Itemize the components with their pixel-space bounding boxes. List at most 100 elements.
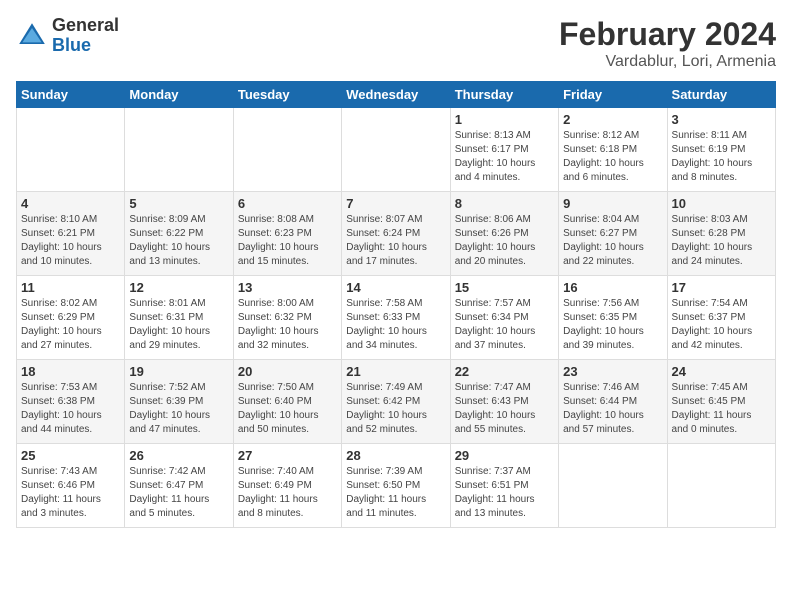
calendar-week-3: 11 Sunrise: 8:02 AM Sunset: 6:29 PM Dayli… xyxy=(17,276,776,360)
day-number: 24 xyxy=(672,364,771,379)
day-detail: Sunrise: 8:09 AM Sunset: 6:22 PM Dayligh… xyxy=(129,213,228,269)
day-detail: Sunrise: 7:54 AM Sunset: 6:37 PM Dayligh… xyxy=(672,297,771,353)
calendar-cell: 26Sunrise: 7:42 AM Sunset: 6:47 PM Dayli… xyxy=(125,444,233,528)
day-number: 12 xyxy=(129,280,228,295)
day-detail: Sunrise: 7:47 AM Sunset: 6:43 PM Dayligh… xyxy=(455,381,554,437)
calendar-week-1: 1 Sunrise: 8:13 AM Sunset: 6:17 PM Daylig… xyxy=(17,108,776,192)
day-number: 16 xyxy=(563,280,662,295)
col-thursday: Thursday xyxy=(450,82,558,108)
day-detail: Sunrise: 7:53 AM Sunset: 6:38 PM Dayligh… xyxy=(21,381,120,437)
logo-general: General xyxy=(52,16,119,36)
day-detail: Sunrise: 7:50 AM Sunset: 6:40 PM Dayligh… xyxy=(238,381,337,437)
day-detail: Sunrise: 7:45 AM Sunset: 6:45 PM Dayligh… xyxy=(672,381,771,437)
calendar-cell: 1 Sunrise: 8:13 AM Sunset: 6:17 PM Daylig… xyxy=(450,108,558,192)
day-number: 10 xyxy=(672,196,771,211)
day-detail: Sunrise: 7:58 AM Sunset: 6:33 PM Dayligh… xyxy=(346,297,445,353)
day-detail: Sunrise: 7:42 AM Sunset: 6:47 PM Dayligh… xyxy=(129,465,228,521)
calendar-cell: 24 Sunrise: 7:45 AM Sunset: 6:45 PM Dayli… xyxy=(667,360,775,444)
day-detail: Sunrise: 8:10 AM Sunset: 6:21 PM Dayligh… xyxy=(21,213,120,269)
day-number: 11 xyxy=(21,280,120,295)
calendar-cell xyxy=(125,108,233,192)
day-detail: Sunrise: 8:08 AM Sunset: 6:23 PM Dayligh… xyxy=(238,213,337,269)
day-detail: Sunrise: 8:12 AM Sunset: 6:18 PM Dayligh… xyxy=(563,129,662,185)
calendar-cell: 14 Sunrise: 7:58 AM Sunset: 6:33 PM Dayli… xyxy=(342,276,450,360)
day-number: 27 xyxy=(238,448,337,463)
col-friday: Friday xyxy=(559,82,667,108)
calendar-cell: 8 Sunrise: 8:06 AM Sunset: 6:26 PM Daylig… xyxy=(450,192,558,276)
calendar-cell: 11 Sunrise: 8:02 AM Sunset: 6:29 PM Dayli… xyxy=(17,276,125,360)
day-detail: Sunrise: 7:37 AM Sunset: 6:51 PM Dayligh… xyxy=(455,465,554,521)
day-detail: Sunrise: 7:52 AM Sunset: 6:39 PM Dayligh… xyxy=(129,381,228,437)
calendar-table: Sunday Monday Tuesday Wednesday Thursday… xyxy=(16,81,776,528)
header-row: Sunday Monday Tuesday Wednesday Thursday… xyxy=(17,82,776,108)
calendar-subtitle: Vardablur, Lori, Armenia xyxy=(559,53,776,71)
day-detail: Sunrise: 8:07 AM Sunset: 6:24 PM Dayligh… xyxy=(346,213,445,269)
calendar-week-4: 18 Sunrise: 7:53 AM Sunset: 6:38 PM Dayli… xyxy=(17,360,776,444)
calendar-cell: 6 Sunrise: 8:08 AM Sunset: 6:23 PM Daylig… xyxy=(233,192,341,276)
day-detail: Sunrise: 8:01 AM Sunset: 6:31 PM Dayligh… xyxy=(129,297,228,353)
calendar-cell: 19 Sunrise: 7:52 AM Sunset: 6:39 PM Dayli… xyxy=(125,360,233,444)
logo: General Blue xyxy=(16,16,119,56)
day-number: 18 xyxy=(21,364,120,379)
calendar-cell xyxy=(17,108,125,192)
day-number: 25 xyxy=(21,448,120,463)
calendar-cell: 13 Sunrise: 8:00 AM Sunset: 6:32 PM Dayli… xyxy=(233,276,341,360)
calendar-cell: 21Sunrise: 7:49 AM Sunset: 6:42 PM Dayli… xyxy=(342,360,450,444)
calendar-cell: 4 Sunrise: 8:10 AM Sunset: 6:21 PM Daylig… xyxy=(17,192,125,276)
day-number: 5 xyxy=(129,196,228,211)
day-detail: Sunrise: 8:03 AM Sunset: 6:28 PM Dayligh… xyxy=(672,213,771,269)
calendar-cell: 15 Sunrise: 7:57 AM Sunset: 6:34 PM Dayli… xyxy=(450,276,558,360)
calendar-title: February 2024 xyxy=(559,16,776,53)
calendar-cell: 5 Sunrise: 8:09 AM Sunset: 6:22 PM Daylig… xyxy=(125,192,233,276)
calendar-cell xyxy=(559,444,667,528)
calendar-cell: 2Sunrise: 8:12 AM Sunset: 6:18 PM Daylig… xyxy=(559,108,667,192)
day-number: 8 xyxy=(455,196,554,211)
day-number: 7 xyxy=(346,196,445,211)
day-number: 15 xyxy=(455,280,554,295)
day-number: 3 xyxy=(672,112,771,127)
title-block: February 2024 Vardablur, Lori, Armenia xyxy=(559,16,776,71)
calendar-cell: 28 Sunrise: 7:39 AM Sunset: 6:50 PM Dayli… xyxy=(342,444,450,528)
calendar-cell xyxy=(667,444,775,528)
calendar-week-5: 25Sunrise: 7:43 AM Sunset: 6:46 PM Dayli… xyxy=(17,444,776,528)
day-number: 14 xyxy=(346,280,445,295)
day-detail: Sunrise: 8:06 AM Sunset: 6:26 PM Dayligh… xyxy=(455,213,554,269)
calendar-cell: 3 Sunrise: 8:11 AM Sunset: 6:19 PM Daylig… xyxy=(667,108,775,192)
day-detail: Sunrise: 8:04 AM Sunset: 6:27 PM Dayligh… xyxy=(563,213,662,269)
day-number: 1 xyxy=(455,112,554,127)
day-detail: Sunrise: 7:46 AM Sunset: 6:44 PM Dayligh… xyxy=(563,381,662,437)
calendar-week-2: 4 Sunrise: 8:10 AM Sunset: 6:21 PM Daylig… xyxy=(17,192,776,276)
day-number: 23 xyxy=(563,364,662,379)
day-number: 9 xyxy=(563,196,662,211)
logo-icon xyxy=(16,20,48,52)
calendar-cell: 23 Sunrise: 7:46 AM Sunset: 6:44 PM Dayli… xyxy=(559,360,667,444)
calendar-cell: 18 Sunrise: 7:53 AM Sunset: 6:38 PM Dayli… xyxy=(17,360,125,444)
col-sunday: Sunday xyxy=(17,82,125,108)
day-detail: Sunrise: 8:11 AM Sunset: 6:19 PM Dayligh… xyxy=(672,129,771,185)
day-number: 4 xyxy=(21,196,120,211)
col-saturday: Saturday xyxy=(667,82,775,108)
day-detail: Sunrise: 7:40 AM Sunset: 6:49 PM Dayligh… xyxy=(238,465,337,521)
day-detail: Sunrise: 8:13 AM Sunset: 6:17 PM Dayligh… xyxy=(455,129,554,185)
calendar-cell: 9 Sunrise: 8:04 AM Sunset: 6:27 PM Daylig… xyxy=(559,192,667,276)
day-number: 21 xyxy=(346,364,445,379)
calendar-cell: 25Sunrise: 7:43 AM Sunset: 6:46 PM Dayli… xyxy=(17,444,125,528)
calendar-cell: 29 Sunrise: 7:37 AM Sunset: 6:51 PM Dayli… xyxy=(450,444,558,528)
day-detail: Sunrise: 8:00 AM Sunset: 6:32 PM Dayligh… xyxy=(238,297,337,353)
page: General Blue February 2024 Vardablur, Lo… xyxy=(0,0,792,538)
day-number: 13 xyxy=(238,280,337,295)
day-detail: Sunrise: 7:57 AM Sunset: 6:34 PM Dayligh… xyxy=(455,297,554,353)
day-number: 6 xyxy=(238,196,337,211)
logo-blue: Blue xyxy=(52,36,119,56)
day-number: 22 xyxy=(455,364,554,379)
calendar-cell: 20Sunrise: 7:50 AM Sunset: 6:40 PM Dayli… xyxy=(233,360,341,444)
day-detail: Sunrise: 8:02 AM Sunset: 6:29 PM Dayligh… xyxy=(21,297,120,353)
calendar-cell: 22 Sunrise: 7:47 AM Sunset: 6:43 PM Dayli… xyxy=(450,360,558,444)
calendar-cell xyxy=(342,108,450,192)
calendar-cell: 12 Sunrise: 8:01 AM Sunset: 6:31 PM Dayli… xyxy=(125,276,233,360)
day-number: 28 xyxy=(346,448,445,463)
day-number: 29 xyxy=(455,448,554,463)
day-detail: Sunrise: 7:39 AM Sunset: 6:50 PM Dayligh… xyxy=(346,465,445,521)
col-wednesday: Wednesday xyxy=(342,82,450,108)
day-number: 19 xyxy=(129,364,228,379)
